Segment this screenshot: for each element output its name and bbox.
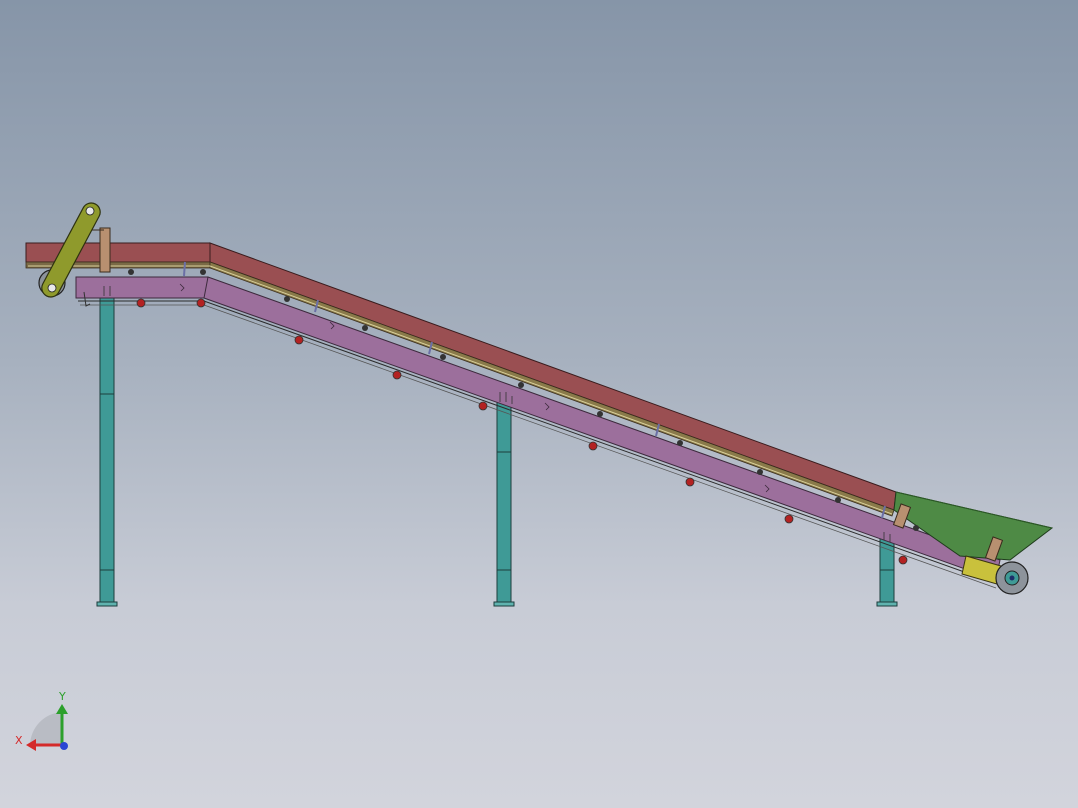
support-leg-left[interactable] [96, 293, 118, 607]
x-axis-label: X [15, 734, 23, 747]
model-view[interactable]: Y X [0, 0, 1078, 808]
y-axis-label: Y [58, 690, 66, 703]
z-axis-point [60, 742, 68, 750]
conveyor-frame[interactable] [75, 276, 1001, 589]
return-rollers [136, 298, 908, 565]
graphics-viewport[interactable]: Y X [0, 0, 1078, 808]
coordinate-triad: Y X [15, 690, 68, 751]
support-leg-middle[interactable] [493, 401, 515, 607]
